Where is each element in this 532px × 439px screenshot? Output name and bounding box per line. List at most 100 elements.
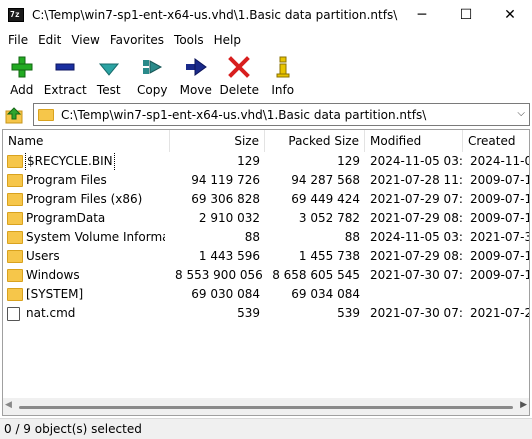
row-modified: 2024-11-05 03:22 (370, 154, 463, 168)
table-row[interactable]: ProgramData 2 910 032 3 052 782 2021-07-… (3, 209, 529, 228)
move-label: Move (179, 83, 212, 97)
scroll-right-icon[interactable]: ▶ (520, 400, 527, 410)
row-name: System Volume Informa... (26, 230, 165, 244)
row-created: 2024-11-05 (470, 154, 529, 168)
scrollbar-thumb[interactable] (19, 406, 513, 409)
folder-icon (7, 212, 23, 225)
plus-icon (10, 55, 34, 79)
up-folder-icon (5, 107, 23, 124)
row-packed-size: 129 (337, 154, 360, 168)
up-folder-button[interactable] (4, 104, 26, 126)
table-row[interactable]: $RECYCLE.BIN 129 129 2024-11-05 03:22 20… (3, 152, 529, 171)
row-modified: 2024-11-05 03:20 (370, 230, 463, 244)
folder-icon (38, 108, 54, 121)
info-button[interactable]: Info (262, 51, 304, 99)
menu-bar: File Edit View Favorites Tools Help (0, 30, 532, 50)
add-button[interactable]: Add (1, 51, 43, 99)
file-icon (7, 306, 20, 321)
row-size: 69 306 828 (191, 192, 260, 206)
row-name: Windows (26, 268, 80, 282)
row-packed-size: 69 034 084 (291, 287, 360, 301)
row-modified: 2021-07-29 07:41 (370, 192, 463, 206)
row-modified: 2021-07-29 08:13 (370, 211, 463, 225)
row-packed-size: 1 455 738 (298, 249, 360, 263)
folder-icon (7, 250, 23, 263)
minus-icon (53, 55, 77, 79)
info-label: Info (271, 83, 295, 97)
list-header: Name Size Packed Size Modified Created (3, 130, 529, 152)
row-packed-size: 3 052 782 (298, 211, 360, 225)
menu-view[interactable]: View (66, 30, 104, 50)
test-button[interactable]: Test (88, 51, 130, 99)
copy-label: Copy (137, 83, 168, 97)
table-row[interactable]: Users 1 443 596 1 455 738 2021-07-29 08:… (3, 247, 529, 266)
table-row[interactable]: Program Files (x86) 69 306 828 69 449 42… (3, 190, 529, 209)
address-path: C:\Temp\win7-sp1-ent-x64-us.vhd\1.Basic … (61, 107, 427, 122)
x-icon (227, 55, 251, 79)
status-bar: 0 / 9 object(s) selected (0, 418, 532, 439)
row-modified (365, 285, 463, 304)
copy-button[interactable]: Copy (132, 51, 174, 99)
close-button[interactable]: ✕ (488, 0, 532, 30)
row-name: Program Files (26, 173, 107, 187)
row-created: 2021-07-29 (470, 306, 529, 320)
row-packed-size: 88 (344, 230, 360, 244)
table-row[interactable]: Windows 8 553 900 056 8 658 605 545 2021… (3, 266, 529, 285)
move-button[interactable]: Move (175, 51, 217, 99)
row-packed-size: 8 658 605 545 (272, 268, 360, 282)
row-name: ProgramData (26, 211, 106, 225)
status-text: 0 / 9 object(s) selected (4, 422, 142, 436)
row-modified: 2021-07-30 07:21 (370, 268, 463, 282)
row-name: Users (26, 249, 60, 263)
delete-label: Delete (219, 83, 259, 97)
table-row[interactable]: [SYSTEM] 69 030 084 69 034 084 (3, 285, 529, 304)
row-size: 539 (237, 306, 260, 320)
column-header-size[interactable]: Size (170, 130, 265, 152)
column-header-packed-size[interactable]: Packed Size (265, 130, 365, 152)
column-header-created[interactable]: Created (463, 130, 529, 152)
file-list[interactable]: Name Size Packed Size Modified Created $… (2, 129, 530, 416)
table-row[interactable]: System Volume Informa... 88 88 2024-11-0… (3, 228, 529, 247)
menu-help[interactable]: Help (209, 30, 246, 50)
table-row[interactable]: Program Files 94 119 726 94 287 568 2021… (3, 171, 529, 190)
extract-button[interactable]: Extract (44, 51, 87, 99)
menu-tools[interactable]: Tools (169, 30, 209, 50)
row-created: 2009-07-13 (470, 192, 529, 206)
menu-edit[interactable]: Edit (33, 30, 66, 50)
copy-arrow-icon (140, 55, 164, 79)
chevron-down-icon[interactable]: ⌵ (517, 108, 525, 119)
row-modified: 2021-07-30 07:07 (370, 306, 463, 320)
toolbar: Add Extract Test Copy Move Delete Info (0, 51, 532, 99)
folder-icon (7, 288, 23, 301)
address-input[interactable]: C:\Temp\win7-sp1-ent-x64-us.vhd\1.Basic … (33, 103, 530, 126)
menu-file[interactable]: File (3, 30, 33, 50)
row-created: 2009-07-13 (470, 211, 529, 225)
info-icon (271, 55, 295, 79)
row-name: [SYSTEM] (26, 287, 84, 301)
folder-icon (7, 193, 23, 206)
row-name: Program Files (x86) (26, 192, 143, 206)
minimize-button[interactable]: ─ (400, 0, 444, 30)
table-row[interactable]: nat.cmd 539 539 2021-07-30 07:07 2021-07… (3, 304, 529, 323)
row-created: 2009-07-13 (470, 268, 529, 282)
folder-icon (7, 174, 23, 187)
7zip-app-icon: 7z (8, 8, 24, 22)
row-created: 2021-07-30 (470, 230, 529, 244)
window-title: C:\Temp\win7-sp1-ent-x64-us.vhd\1.Basic … (32, 8, 398, 22)
delete-button[interactable]: Delete (219, 51, 261, 99)
row-name: nat.cmd (26, 306, 76, 320)
maximize-button[interactable]: ☐ (444, 0, 488, 30)
row-created: 2009-07-13 (470, 173, 529, 187)
scroll-left-icon[interactable]: ◀ (5, 400, 12, 410)
column-header-modified[interactable]: Modified (365, 130, 463, 152)
column-header-name[interactable]: Name (3, 130, 170, 152)
move-arrow-icon (184, 55, 208, 79)
menu-favorites[interactable]: Favorites (105, 30, 169, 50)
title-bar: 7z C:\Temp\win7-sp1-ent-x64-us.vhd\1.Bas… (0, 0, 532, 30)
row-created: 2009-07-13 (470, 249, 529, 263)
row-size: 8 553 900 056 (175, 268, 263, 282)
row-modified: 2021-07-29 08:13 (370, 249, 463, 263)
row-name: $RECYCLE.BIN (25, 152, 115, 171)
horizontal-scrollbar[interactable]: ◀ ▶ (3, 398, 529, 415)
row-modified: 2021-07-28 11:11 (370, 173, 463, 187)
